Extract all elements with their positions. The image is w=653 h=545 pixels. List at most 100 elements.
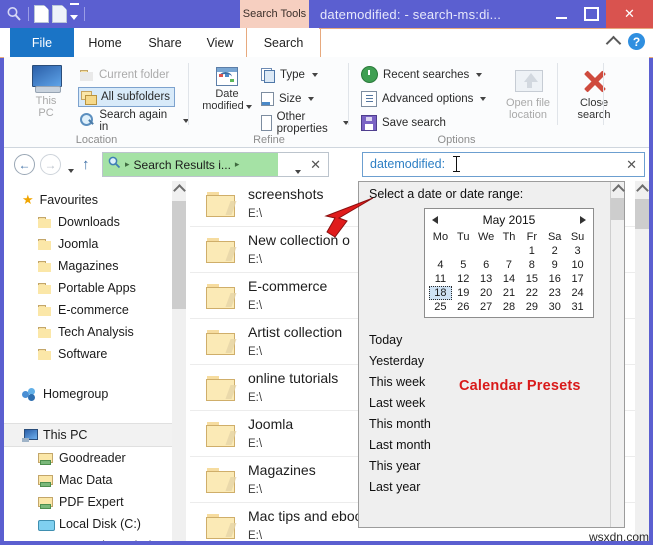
nav-item-downloads[interactable]: Downloads — [4, 211, 186, 233]
address-bar-breadcrumb[interactable]: ▸ Search Results i... ▸ ✕ — [102, 152, 329, 177]
preset-last-year[interactable]: Last year — [369, 477, 431, 498]
calendar-day[interactable]: 19 — [452, 286, 475, 300]
nav-section-this-pc[interactable]: This PC — [4, 423, 186, 447]
nav-section-homegroup[interactable]: Homegroup — [4, 383, 186, 405]
back-button[interactable]: ← — [14, 154, 35, 175]
calendar-day[interactable]: 22 — [520, 286, 543, 300]
preset-today[interactable]: Today — [369, 330, 431, 351]
recent-locations-dropdown[interactable] — [66, 160, 74, 178]
search-again-in-button[interactable]: Search again in — [80, 111, 189, 130]
file-list-scrollbar[interactable] — [635, 181, 649, 541]
date-modified-button[interactable]: Datemodified — [199, 67, 255, 112]
calendar-day[interactable]: 7 — [498, 258, 521, 272]
properties-icon[interactable] — [52, 5, 67, 23]
preset-last-week[interactable]: Last week — [369, 393, 431, 414]
tab-home[interactable]: Home — [74, 28, 136, 57]
customize-dropdown-icon[interactable] — [70, 3, 79, 25]
calendar-day[interactable]: 17 — [566, 272, 589, 286]
calendar-day[interactable]: 5 — [452, 258, 475, 272]
preset-yesterday[interactable]: Yesterday — [369, 351, 431, 372]
other-properties-button[interactable]: Other properties — [261, 113, 349, 132]
dropdown-scrollbar[interactable] — [610, 182, 624, 527]
calendar-day[interactable]: 21 — [498, 286, 521, 300]
calendar-day-selected[interactable]: 18 — [429, 286, 452, 300]
calendar-day[interactable]: 28 — [498, 300, 521, 314]
search-icon[interactable] — [6, 6, 23, 23]
breadcrumb-separator-2[interactable]: ▸ — [235, 159, 240, 170]
new-document-icon[interactable] — [34, 5, 49, 23]
advanced-options-button[interactable]: Advanced options — [361, 89, 486, 108]
type-filter-button[interactable]: Type — [261, 65, 318, 84]
forward-button[interactable]: → — [40, 154, 61, 175]
scroll-up-icon[interactable] — [612, 184, 625, 197]
calendar-day[interactable]: 27 — [475, 300, 498, 314]
search-input[interactable]: datemodified: ✕ — [362, 152, 645, 177]
calendar-day[interactable]: 16 — [543, 272, 566, 286]
up-button[interactable]: ↑ — [82, 156, 90, 173]
nav-item-portable-apps[interactable]: Portable Apps — [4, 277, 186, 299]
prev-month-icon[interactable] — [432, 216, 438, 224]
calendar-day[interactable]: 13 — [475, 272, 498, 286]
calendar-day[interactable]: 20 — [475, 286, 498, 300]
help-icon[interactable]: ? — [628, 33, 645, 50]
scrollbar-thumb[interactable] — [635, 199, 649, 229]
calendar-day[interactable]: 26 — [452, 300, 475, 314]
calendar-day[interactable] — [498, 244, 521, 258]
maximize-button[interactable] — [576, 0, 606, 28]
tab-file[interactable]: File — [10, 28, 74, 57]
calendar-day[interactable]: 3 — [566, 244, 589, 258]
calendar-day[interactable]: 14 — [498, 272, 521, 286]
tab-share[interactable]: Share — [136, 28, 194, 57]
calendar-day[interactable] — [475, 244, 498, 258]
nav-item-mac-data[interactable]: Mac Data — [4, 469, 186, 491]
calendar-day[interactable]: 10 — [566, 258, 589, 272]
calendar-day[interactable]: 29 — [520, 300, 543, 314]
tab-search[interactable]: Search — [246, 28, 321, 57]
calendar-day[interactable]: 30 — [543, 300, 566, 314]
calendar-day[interactable]: 9 — [543, 258, 566, 272]
nav-item-magazines[interactable]: Magazines — [4, 255, 186, 277]
this-pc-button[interactable]: ThisPC — [18, 65, 74, 119]
preset-this-month[interactable]: This month — [369, 414, 431, 435]
nav-pane-scrollbar[interactable] — [172, 181, 186, 541]
preset-this-year[interactable]: This year — [369, 456, 431, 477]
calendar-day[interactable]: 1 — [520, 244, 543, 258]
nav-section-favourites[interactable]: ★ Favourites — [4, 189, 186, 211]
size-filter-button[interactable]: Size — [261, 89, 314, 108]
breadcrumb-search-results[interactable]: ▸ Search Results i... ▸ — [103, 153, 278, 176]
preset-this-week[interactable]: This week — [369, 372, 431, 393]
calendar-day[interactable]: 8 — [520, 258, 543, 272]
scroll-up-icon[interactable] — [636, 184, 649, 197]
nav-item-pdf-expert[interactable]: PDF Expert — [4, 491, 186, 513]
calendar-day[interactable]: 23 — [543, 286, 566, 300]
all-subfolders-button[interactable]: All subfolders — [78, 87, 175, 107]
scroll-up-icon[interactable] — [173, 184, 186, 197]
nav-item-ecommerce[interactable]: E-commerce — [4, 299, 186, 321]
nav-item-tech-analysis[interactable]: Tech Analysis — [4, 321, 186, 343]
calendar-day[interactable]: 25 — [429, 300, 452, 314]
recent-searches-button[interactable]: Recent searches — [361, 65, 482, 84]
scrollbar-thumb[interactable] — [611, 198, 624, 220]
nav-item-goodreader[interactable]: Goodreader — [4, 447, 186, 469]
address-dropdown-icon[interactable] — [293, 161, 301, 179]
calendar-day[interactable]: 15 — [520, 272, 543, 286]
tab-view[interactable]: View — [194, 28, 246, 57]
next-month-icon[interactable] — [580, 216, 586, 224]
clear-search-icon[interactable]: ✕ — [626, 157, 637, 173]
collapse-ribbon-icon[interactable] — [606, 35, 622, 51]
calendar-day[interactable] — [429, 244, 452, 258]
nav-item-software[interactable]: Software — [4, 343, 186, 365]
calendar-day[interactable] — [452, 244, 475, 258]
close-search-button[interactable]: Closesearch — [567, 67, 621, 121]
minimize-button[interactable] — [546, 0, 576, 28]
stop-refresh-icon[interactable]: ✕ — [310, 157, 321, 173]
nav-item-joomla[interactable]: Joomla — [4, 233, 186, 255]
calendar-day[interactable]: 6 — [475, 258, 498, 272]
scrollbar-thumb[interactable] — [172, 201, 186, 309]
close-button[interactable]: ✕ — [606, 0, 653, 28]
calendar-day[interactable]: 4 — [429, 258, 452, 272]
current-folder-button[interactable]: Current folder — [80, 65, 169, 84]
nav-item-new-volume-d[interactable]: New Volume (D:) — [4, 535, 186, 541]
nav-item-local-disk-c[interactable]: Local Disk (C:) — [4, 513, 186, 535]
open-file-location-button[interactable]: Open filelocation — [497, 67, 559, 121]
